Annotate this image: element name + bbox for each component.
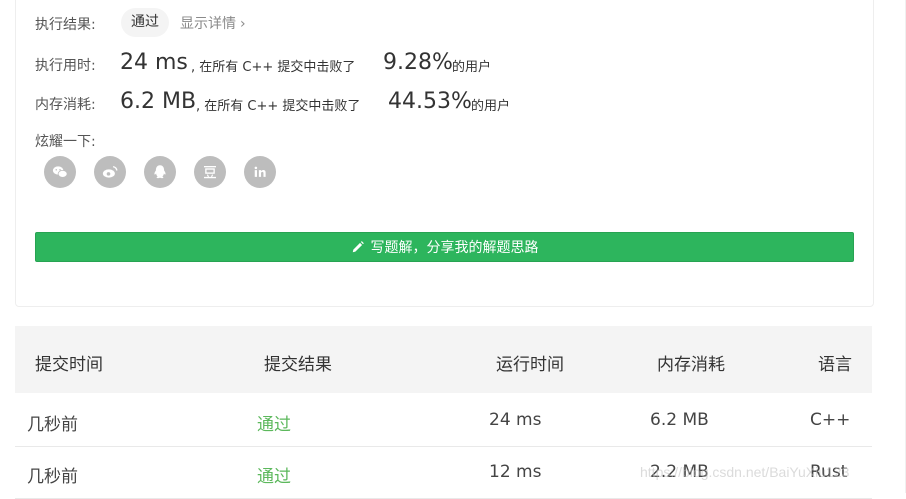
douban-icon[interactable] (194, 156, 226, 188)
cell-runtime: 24 ms (489, 410, 542, 430)
cell-runtime: 12 ms (489, 462, 542, 482)
cell-submit-time: 几秒前 (27, 467, 78, 487)
header-memory: 内存消耗 (657, 355, 725, 375)
runtime-beat-text: , 在所有 C++ 提交中击败了 (191, 60, 356, 75)
header-submit-result: 提交结果 (264, 355, 332, 375)
memory-beat-text: , 在所有 C++ 提交中击败了 (196, 99, 361, 114)
result-label: 执行结果: (35, 17, 96, 33)
memory-suffix: 的用户 (471, 99, 511, 114)
cell-memory: 6.2 MB (650, 410, 709, 430)
runtime-suffix: 的用户 (452, 60, 492, 75)
memory-percent: 44.53% (388, 89, 472, 114)
qq-icon[interactable] (144, 156, 176, 188)
pencil-icon (352, 241, 364, 253)
cell-submit-result[interactable]: 通过 (257, 462, 291, 487)
memory-label: 内存消耗: (35, 97, 96, 113)
header-submit-time: 提交时间 (35, 355, 103, 375)
submissions-table-header: 提交时间 提交结果 运行时间 内存消耗 语言 (15, 326, 872, 393)
runtime-value: 24 ms (120, 50, 188, 75)
show-details-label: 显示详情 (180, 16, 236, 32)
header-runtime: 运行时间 (496, 355, 564, 375)
runtime-label: 执行用时: (35, 58, 96, 74)
cell-submit-time: 几秒前 (27, 415, 78, 435)
status-badge: 通过 (121, 8, 169, 37)
write-solution-label: 写题解，分享我的解题思路 (370, 240, 539, 256)
chevron-right-icon: › (240, 16, 246, 32)
show-details-link[interactable]: 显示详情 › (180, 13, 246, 33)
linkedin-icon[interactable] (244, 156, 276, 188)
watermark: https://blog.csdn.net/BaiYuXiu123 (640, 464, 850, 480)
weibo-icon[interactable] (94, 156, 126, 188)
runtime-percent: 9.28% (383, 50, 453, 75)
cell-language: C++ (810, 410, 851, 430)
write-solution-button[interactable]: 写题解，分享我的解题思路 (35, 232, 854, 262)
table-row[interactable]: 几秒前 通过 24 ms 6.2 MB C++ (15, 394, 872, 447)
wechat-icon[interactable] (44, 156, 76, 188)
memory-value: 6.2 MB (120, 89, 197, 114)
share-label: 炫耀一下: (35, 134, 96, 150)
header-language: 语言 (818, 355, 852, 375)
cell-submit-result[interactable]: 通过 (257, 410, 291, 435)
